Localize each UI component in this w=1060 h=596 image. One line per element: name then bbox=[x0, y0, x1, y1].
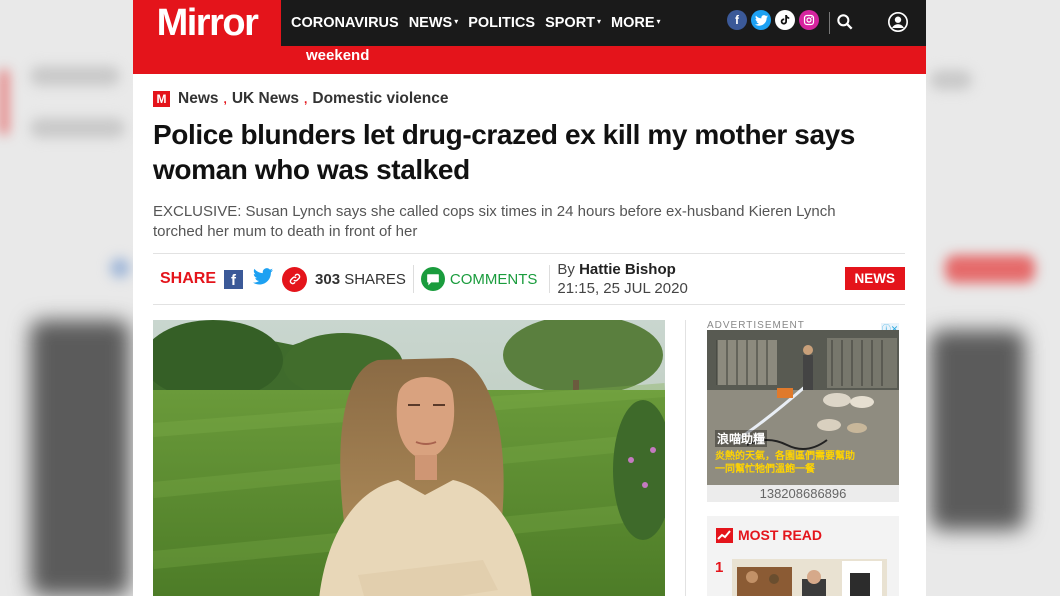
share-count: 303 SHARES bbox=[315, 271, 406, 288]
blur-shape bbox=[930, 70, 972, 90]
blur-shape bbox=[30, 320, 130, 596]
twitter-icon[interactable] bbox=[751, 10, 771, 30]
mirror-logo[interactable]: Mirror bbox=[133, 0, 281, 46]
breadcrumb-domestic-violence[interactable]: Domestic violence bbox=[312, 90, 448, 108]
breadcrumb-uk-news[interactable]: UK News bbox=[232, 90, 299, 108]
nav-item-sport[interactable]: SPORT ▾ bbox=[545, 15, 601, 31]
chevron-down-icon: ▾ bbox=[454, 17, 459, 26]
blur-shape bbox=[945, 255, 1035, 283]
advertisement[interactable]: ADVERTISEMENT ⓘ✕ 浪喵助糧 炎熱的天氣，各園區們需要幫助 一同幫… bbox=[707, 320, 899, 502]
hero-photo[interactable] bbox=[153, 320, 665, 596]
divider bbox=[412, 265, 414, 293]
author-link[interactable]: Hattie Bishop bbox=[579, 261, 676, 278]
twitter-share-icon[interactable] bbox=[253, 267, 274, 291]
share-label: SHARE bbox=[160, 270, 217, 287]
search-icon[interactable] bbox=[835, 12, 855, 32]
top-navigation-bar: Mirror CORONAVIRUS NEWS ▾ POLITICS SPORT ▾ MOR… bbox=[133, 0, 926, 46]
byline: By Hattie Bishop 21:15, 25 JUL 2020 bbox=[557, 260, 687, 298]
most-read-header: MOST READ bbox=[716, 527, 899, 543]
breadcrumb-separator: , bbox=[304, 92, 308, 106]
nav-item-label: NEWS bbox=[408, 15, 453, 31]
nav-item-news[interactable]: NEWS ▾ bbox=[409, 15, 459, 31]
promo-text[interactable]: weekend bbox=[306, 47, 369, 64]
link-share-icon[interactable] bbox=[282, 266, 308, 292]
most-read-title: MOST READ bbox=[738, 527, 822, 543]
article-headline: Police blunders let drug-crazed ex kill … bbox=[153, 119, 855, 185]
nav-item-label: SPORT bbox=[545, 15, 596, 31]
comments-link[interactable]: COMMENTS bbox=[450, 271, 538, 288]
most-read-widget: MOST READ 1 bbox=[707, 516, 899, 596]
main-nav: CORONAVIRUS NEWS ▾ POLITICS SPORT ▾ MORE ▾ bbox=[291, 15, 661, 31]
share-count-number: 303 bbox=[315, 270, 341, 288]
blur-shape bbox=[0, 70, 8, 134]
ad-phone-number[interactable]: 138208686896 bbox=[707, 485, 899, 502]
trending-icon bbox=[716, 527, 733, 543]
blur-shape bbox=[30, 118, 125, 138]
nav-item-label: CORONAVIRUS bbox=[291, 15, 399, 31]
facebook-icon[interactable]: f bbox=[727, 10, 747, 30]
social-links: f bbox=[727, 10, 819, 30]
section-badge[interactable]: NEWS bbox=[844, 267, 905, 290]
most-read-rank: 1 bbox=[715, 559, 724, 576]
article-content: M News , UK News , Domestic violence Pol… bbox=[133, 74, 926, 596]
ad-caption-title: 浪喵助糧 bbox=[715, 430, 768, 447]
nav-item-politics[interactable]: POLITICS bbox=[468, 15, 535, 31]
breadcrumb-separator: , bbox=[223, 92, 227, 106]
tiktok-icon[interactable] bbox=[775, 10, 795, 30]
column-divider bbox=[685, 320, 686, 596]
nav-item-more[interactable]: MORE ▾ bbox=[611, 15, 661, 31]
user-icon[interactable] bbox=[887, 11, 909, 33]
blur-shape bbox=[930, 330, 1025, 530]
ad-caption-line: 一同幫忙牠們溫飽一餐 bbox=[715, 464, 815, 475]
nav-item-coronavirus[interactable]: CORONAVIRUS bbox=[291, 15, 399, 31]
blur-shape bbox=[30, 66, 120, 86]
breadcrumb: M News , UK News , Domestic violence bbox=[153, 90, 906, 108]
article-standfirst: EXCLUSIVE: Susan Lynch says she called c… bbox=[153, 203, 836, 240]
most-read-thumbnail[interactable] bbox=[732, 559, 887, 596]
instagram-icon[interactable] bbox=[799, 10, 819, 30]
nav-divider bbox=[829, 12, 830, 34]
byline-prefix: By bbox=[557, 261, 575, 278]
chevron-down-icon: ▾ bbox=[597, 17, 602, 26]
mirror-m-icon: M bbox=[153, 91, 170, 107]
nav-item-label: POLITICS bbox=[468, 15, 536, 31]
nav-item-label: MORE bbox=[611, 15, 655, 31]
comments-icon[interactable] bbox=[420, 267, 445, 291]
share-bar: SHARE f 303 SHARES COMMENTS By Hattie Bi… bbox=[153, 253, 905, 305]
blur-shape bbox=[110, 258, 130, 278]
facebook-share-icon[interactable]: f bbox=[224, 269, 244, 289]
publish-timestamp: 21:15, 25 JUL 2020 bbox=[557, 280, 688, 297]
promo-strip: weekend bbox=[133, 46, 926, 74]
article-page: Mirror CORONAVIRUS NEWS ▾ POLITICS SPORT ▾ MOR… bbox=[133, 0, 926, 596]
chevron-down-icon: ▾ bbox=[656, 17, 661, 26]
shares-word: SHARES bbox=[344, 270, 406, 288]
breadcrumb-news[interactable]: News bbox=[178, 90, 219, 108]
divider bbox=[549, 265, 551, 293]
